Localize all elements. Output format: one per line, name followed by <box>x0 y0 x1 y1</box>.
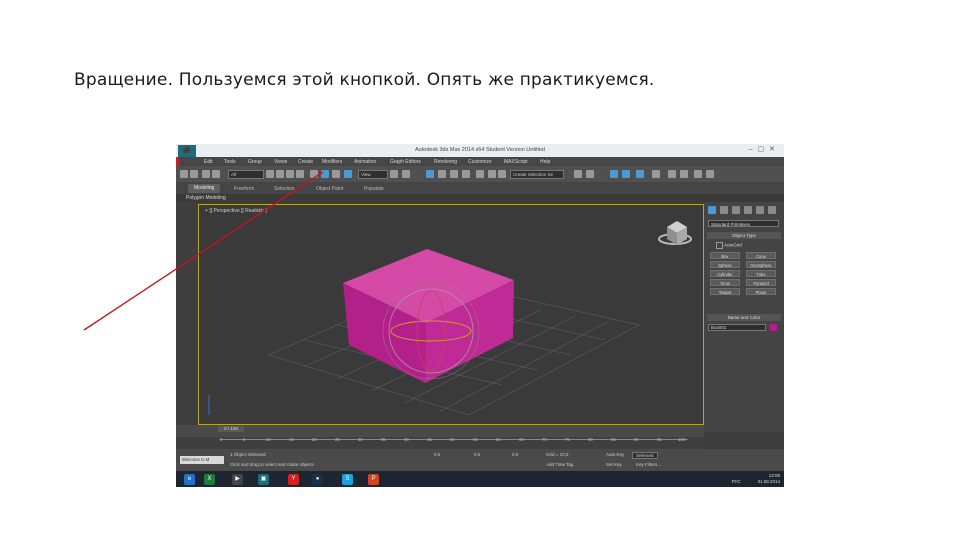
annotation-arrow <box>83 171 324 331</box>
annotation-overlay <box>83 171 324 331</box>
